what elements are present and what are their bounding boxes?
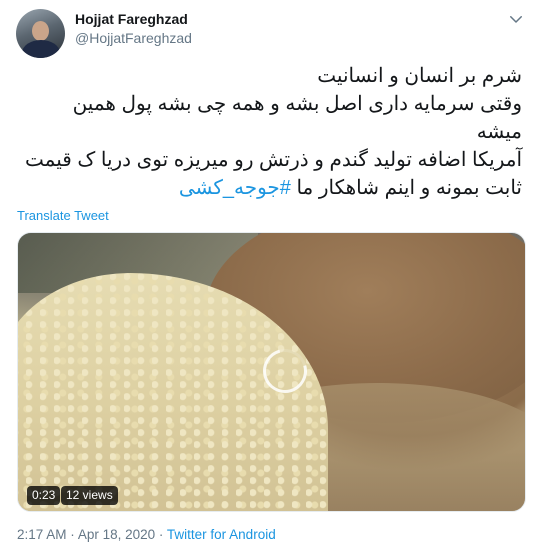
tweet-line-text: ثابت بمونه و اینم شاهکار ما [290, 177, 522, 199]
meta-separator: · [70, 527, 75, 542]
chevron-down-icon[interactable] [507, 10, 525, 28]
tweet-line: میشه [476, 121, 522, 143]
video-views-badge: 12 views [61, 486, 118, 505]
video-duration-badge: 0:23 [27, 486, 61, 505]
tweet-line-last: ثابت بمونه و اینم شاهکار ما #جوجه_کشی [22, 174, 522, 202]
tweet-time[interactable]: 2:17 AM [17, 527, 67, 542]
author-name[interactable]: Hojjat Fareghzad [75, 11, 188, 27]
tweet-meta: 2:17 AM · Apr 18, 2020 · Twitter for And… [17, 527, 276, 542]
tweet-date[interactable]: Apr 18, 2020 [78, 527, 155, 542]
tweet-source-link[interactable]: Twitter for Android [167, 527, 276, 542]
translate-tweet-link[interactable]: Translate Tweet [17, 208, 109, 223]
tweet-line: آمریکا اضافه تولید گندم و ذرتش رو میریزه… [25, 149, 522, 171]
meta-separator: · [158, 527, 164, 542]
tweet-card: Hojjat Fareghzad @HojjatFareghzad شرم بر… [0, 0, 541, 560]
tweet-line: وقتی سرمایه داری اصل بشه و همه چی بشه پو… [72, 93, 522, 115]
author-handle[interactable]: @HojjatFareghzad [75, 30, 192, 46]
avatar[interactable] [16, 9, 65, 58]
video-player[interactable]: 0:23 12 views [17, 232, 526, 512]
avatar-shoulders [22, 40, 60, 58]
hashtag-link[interactable]: #جوجه_کشی [179, 177, 291, 199]
tweet-text: شرم بر انسان و انسانیت وقتی سرمایه داری … [22, 62, 522, 202]
avatar-face [32, 21, 49, 41]
tweet-line: شرم بر انسان و انسانیت [317, 65, 522, 87]
